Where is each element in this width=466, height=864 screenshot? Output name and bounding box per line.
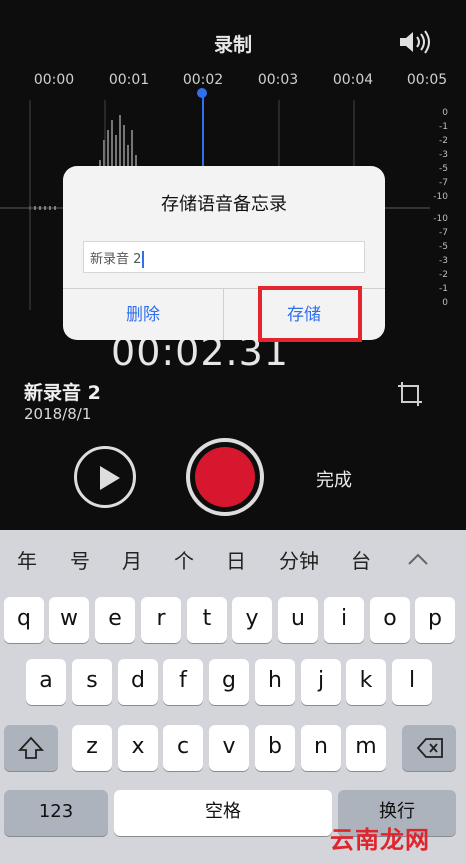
- delete-button[interactable]: 删除: [63, 300, 223, 325]
- timeline-tick-label: 00:00: [33, 72, 75, 88]
- key-h[interactable]: h: [255, 659, 295, 705]
- numbers-key[interactable]: 123: [4, 790, 108, 836]
- key-e[interactable]: e: [95, 597, 135, 643]
- candidate-word[interactable]: 日: [211, 545, 261, 574]
- screen-title: 录制: [213, 34, 252, 56]
- candidate-word[interactable]: 月: [107, 545, 157, 574]
- space-key[interactable]: 空格: [114, 790, 332, 836]
- text-cursor: [142, 251, 145, 268]
- recording-date: 2018/8/1: [24, 405, 92, 423]
- trim-icon[interactable]: [396, 380, 424, 408]
- record-button[interactable]: [186, 438, 264, 516]
- key-b[interactable]: b: [255, 725, 295, 771]
- shift-key[interactable]: [4, 725, 58, 771]
- shift-icon: [17, 736, 45, 759]
- candidate-word[interactable]: 个: [159, 545, 209, 574]
- key-m[interactable]: m: [346, 725, 386, 771]
- db-scale-label: -3: [439, 256, 448, 266]
- candidate-word[interactable]: 分钟: [274, 545, 324, 574]
- candidate-word[interactable]: 年: [2, 545, 52, 574]
- key-l[interactable]: l: [392, 659, 432, 705]
- chevron-up-icon[interactable]: [406, 549, 430, 569]
- db-scale-label: -2: [439, 270, 448, 280]
- db-scale-label: -5: [439, 164, 448, 174]
- db-scale-label: -3: [439, 150, 448, 160]
- key-z[interactable]: z: [72, 725, 112, 771]
- candidate-word[interactable]: 台: [336, 545, 386, 574]
- timeline-tick-label: 00:05: [406, 72, 448, 88]
- speaker-icon[interactable]: [398, 28, 432, 56]
- db-scale-label: 0: [442, 108, 448, 118]
- key-x[interactable]: x: [118, 725, 158, 771]
- timeline-tick-label: 00:01: [108, 72, 150, 88]
- db-scale-label: -7: [439, 178, 448, 188]
- key-k[interactable]: k: [346, 659, 386, 705]
- key-a[interactable]: a: [26, 659, 66, 705]
- timeline-tick-label: 00:04: [332, 72, 374, 88]
- playhead-handle[interactable]: [197, 88, 207, 98]
- db-scale-label: -5: [439, 242, 448, 252]
- watermark: 云南龙网: [330, 826, 430, 854]
- play-button[interactable]: [74, 446, 136, 508]
- key-y[interactable]: y: [232, 597, 272, 643]
- play-icon: [100, 466, 120, 490]
- timeline-tick-label: 00:03: [257, 72, 299, 88]
- record-icon: [195, 447, 255, 507]
- key-i[interactable]: i: [324, 597, 364, 643]
- key-p[interactable]: p: [415, 597, 455, 643]
- db-scale-label: -7: [439, 228, 448, 238]
- key-g[interactable]: g: [209, 659, 249, 705]
- db-scale-label: -1: [439, 122, 448, 132]
- key-c[interactable]: c: [163, 725, 203, 771]
- key-v[interactable]: v: [209, 725, 249, 771]
- key-u[interactable]: u: [278, 597, 318, 643]
- candidate-word[interactable]: 号: [55, 545, 105, 574]
- memo-name-value: 新录音 2: [90, 252, 142, 267]
- backspace-icon: [416, 738, 443, 758]
- done-button[interactable]: 完成: [316, 466, 352, 492]
- key-q[interactable]: q: [4, 597, 44, 643]
- key-f[interactable]: f: [163, 659, 203, 705]
- db-scale-label: 0: [442, 298, 448, 308]
- save-highlight-box: [258, 286, 362, 342]
- key-t[interactable]: t: [187, 597, 227, 643]
- key-w[interactable]: w: [49, 597, 89, 643]
- key-r[interactable]: r: [141, 597, 181, 643]
- key-d[interactable]: d: [118, 659, 158, 705]
- db-scale-label: -2: [439, 136, 448, 146]
- db-scale-label: -1: [439, 284, 448, 294]
- db-scale-label: -10: [433, 214, 448, 224]
- key-o[interactable]: o: [370, 597, 410, 643]
- dialog-title: 存储语音备忘录: [161, 194, 287, 215]
- key-j[interactable]: j: [301, 659, 341, 705]
- db-scale-label: -10: [433, 192, 448, 202]
- recording-name: 新录音 2: [24, 382, 101, 404]
- key-s[interactable]: s: [72, 659, 112, 705]
- memo-name-input[interactable]: 新录音 2: [83, 241, 365, 273]
- backspace-key[interactable]: [402, 725, 456, 771]
- key-n[interactable]: n: [301, 725, 341, 771]
- timeline-tick-label: 00:02: [182, 72, 224, 88]
